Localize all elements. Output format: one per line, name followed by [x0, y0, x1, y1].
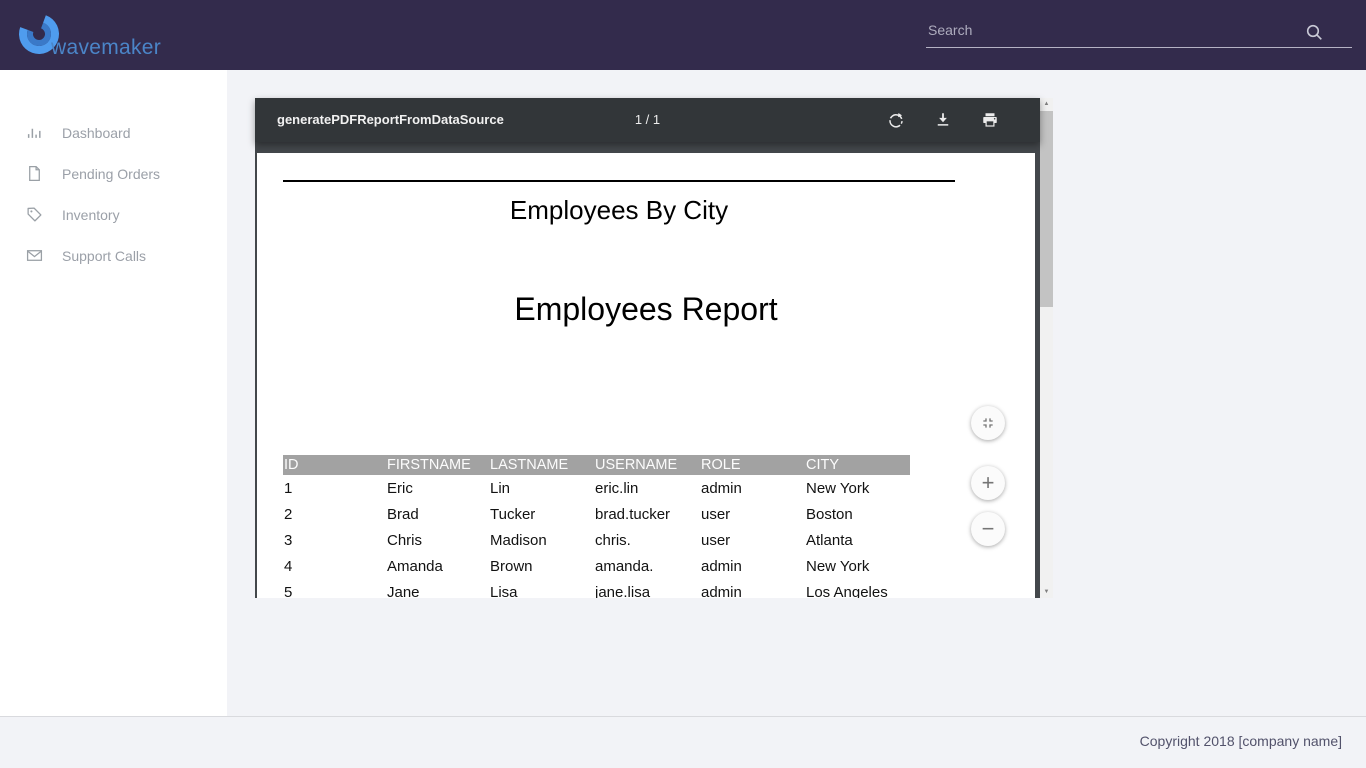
pdf-viewer: generatePDFReportFromDataSource 1 / 1 — [255, 98, 1053, 598]
zoom-out-button[interactable]: − — [971, 512, 1005, 546]
copyright-text: Copyright 2018 [company name] — [1140, 733, 1342, 749]
column-header: LASTNAME — [489, 455, 594, 475]
search-icon[interactable] — [1305, 23, 1324, 42]
table-cell: amanda. — [594, 553, 700, 579]
column-header: CITY — [805, 455, 910, 475]
table-row: 3ChrisMadisonchris.userAtlanta — [283, 527, 910, 553]
report-table-body: 1EricLineric.linadminNew York2BradTucker… — [283, 475, 910, 598]
column-header: ROLE — [700, 455, 805, 475]
sidebar-item-label: Inventory — [62, 207, 120, 223]
sidebar-item-support-calls[interactable]: Support Calls — [0, 235, 227, 276]
report-table-head-row: IDFIRSTNAMELASTNAMEUSERNAMEROLECITY — [283, 455, 910, 475]
report-header-rule — [283, 180, 955, 182]
table-cell: Boston — [805, 501, 910, 527]
table-cell: New York — [805, 553, 910, 579]
search-input[interactable] — [926, 14, 1316, 46]
fit-to-page-icon — [980, 415, 996, 431]
table-cell: Madison — [489, 527, 594, 553]
table-cell: Amanda — [386, 553, 489, 579]
table-cell: 5 — [283, 579, 386, 598]
pdf-toolbar: generatePDFReportFromDataSource 1 / 1 — [255, 98, 1040, 142]
scrollbar-up-button[interactable]: ▲ — [1040, 98, 1053, 110]
table-row: 1EricLineric.linadminNew York — [283, 475, 910, 501]
table-cell: brad.tucker — [594, 501, 700, 527]
table-cell: eric.lin — [594, 475, 700, 501]
table-cell: Atlanta — [805, 527, 910, 553]
table-row: 4AmandaBrownamanda.adminNew York — [283, 553, 910, 579]
table-cell: admin — [700, 553, 805, 579]
table-cell: Lisa — [489, 579, 594, 598]
table-cell: chris. — [594, 527, 700, 553]
table-cell: admin — [700, 475, 805, 501]
table-cell: 2 — [283, 501, 386, 527]
pdf-document-title: generatePDFReportFromDataSource — [277, 98, 504, 142]
pdf-viewer-body: Employees By City Employees Report IDFIR… — [255, 142, 1040, 598]
fit-to-page-button[interactable] — [971, 406, 1005, 440]
search-box — [926, 14, 1352, 48]
report-table: IDFIRSTNAMELASTNAMEUSERNAMEROLECITY 1Eri… — [283, 455, 910, 598]
table-cell: Brown — [489, 553, 594, 579]
sidebar-item-label: Pending Orders — [62, 166, 160, 182]
pdf-toolbar-actions — [880, 98, 1006, 142]
zoom-in-button[interactable]: + — [971, 466, 1005, 500]
app-footer: Copyright 2018 [company name] — [0, 716, 1366, 768]
table-cell: 4 — [283, 553, 386, 579]
table-row: 2BradTuckerbrad.tuckeruserBoston — [283, 501, 910, 527]
report-title: Employees Report — [257, 291, 1035, 328]
table-cell: Eric — [386, 475, 489, 501]
brand-logo[interactable]: wavemaker — [15, 10, 215, 60]
table-cell: 1 — [283, 475, 386, 501]
sidebar-item-dashboard[interactable]: Dashboard — [0, 112, 227, 153]
table-cell: Lin — [489, 475, 594, 501]
table-cell: Tucker — [489, 501, 594, 527]
download-button[interactable] — [927, 104, 959, 136]
scrollbar-down-button[interactable]: ▼ — [1040, 586, 1053, 598]
app-header: wavemaker — [0, 0, 1366, 70]
table-cell: New York — [805, 475, 910, 501]
sidebar-item-inventory[interactable]: Inventory — [0, 194, 227, 235]
table-cell: Jane — [386, 579, 489, 598]
table-cell: Brad — [386, 501, 489, 527]
table-cell: Los Angeles — [805, 579, 910, 598]
table-row: 5JaneLisajane.lisaadminLos Angeles — [283, 579, 910, 598]
column-header: ID — [283, 455, 386, 475]
pdf-page: Employees By City Employees Report IDFIR… — [257, 153, 1035, 598]
sidebar-item-label: Dashboard — [62, 125, 131, 141]
sidebar-item-label: Support Calls — [62, 248, 146, 264]
table-cell: jane.lisa — [594, 579, 700, 598]
rotate-icon — [887, 111, 905, 129]
scrollbar-thumb[interactable] — [1040, 111, 1053, 307]
table-cell: user — [700, 501, 805, 527]
table-cell: Chris — [386, 527, 489, 553]
column-header: USERNAME — [594, 455, 700, 475]
envelope-icon — [26, 247, 43, 264]
bar-chart-icon — [26, 124, 43, 141]
table-cell: admin — [700, 579, 805, 598]
report-header-title: Employees By City — [283, 195, 955, 226]
column-header: FIRSTNAME — [386, 455, 489, 475]
download-icon — [934, 111, 952, 129]
sidebar-item-pending-orders[interactable]: Pending Orders — [0, 153, 227, 194]
rotate-button[interactable] — [880, 104, 912, 136]
table-cell: user — [700, 527, 805, 553]
print-icon — [981, 111, 999, 129]
document-icon — [26, 165, 43, 182]
print-button[interactable] — [974, 104, 1006, 136]
table-cell: 3 — [283, 527, 386, 553]
sidebar: Dashboard Pending Orders Inventory Suppo… — [0, 70, 227, 716]
tag-icon — [26, 206, 43, 223]
brand-name: wavemaker — [51, 36, 161, 60]
pdf-scrollbar[interactable]: ▲ ▼ — [1040, 98, 1053, 598]
